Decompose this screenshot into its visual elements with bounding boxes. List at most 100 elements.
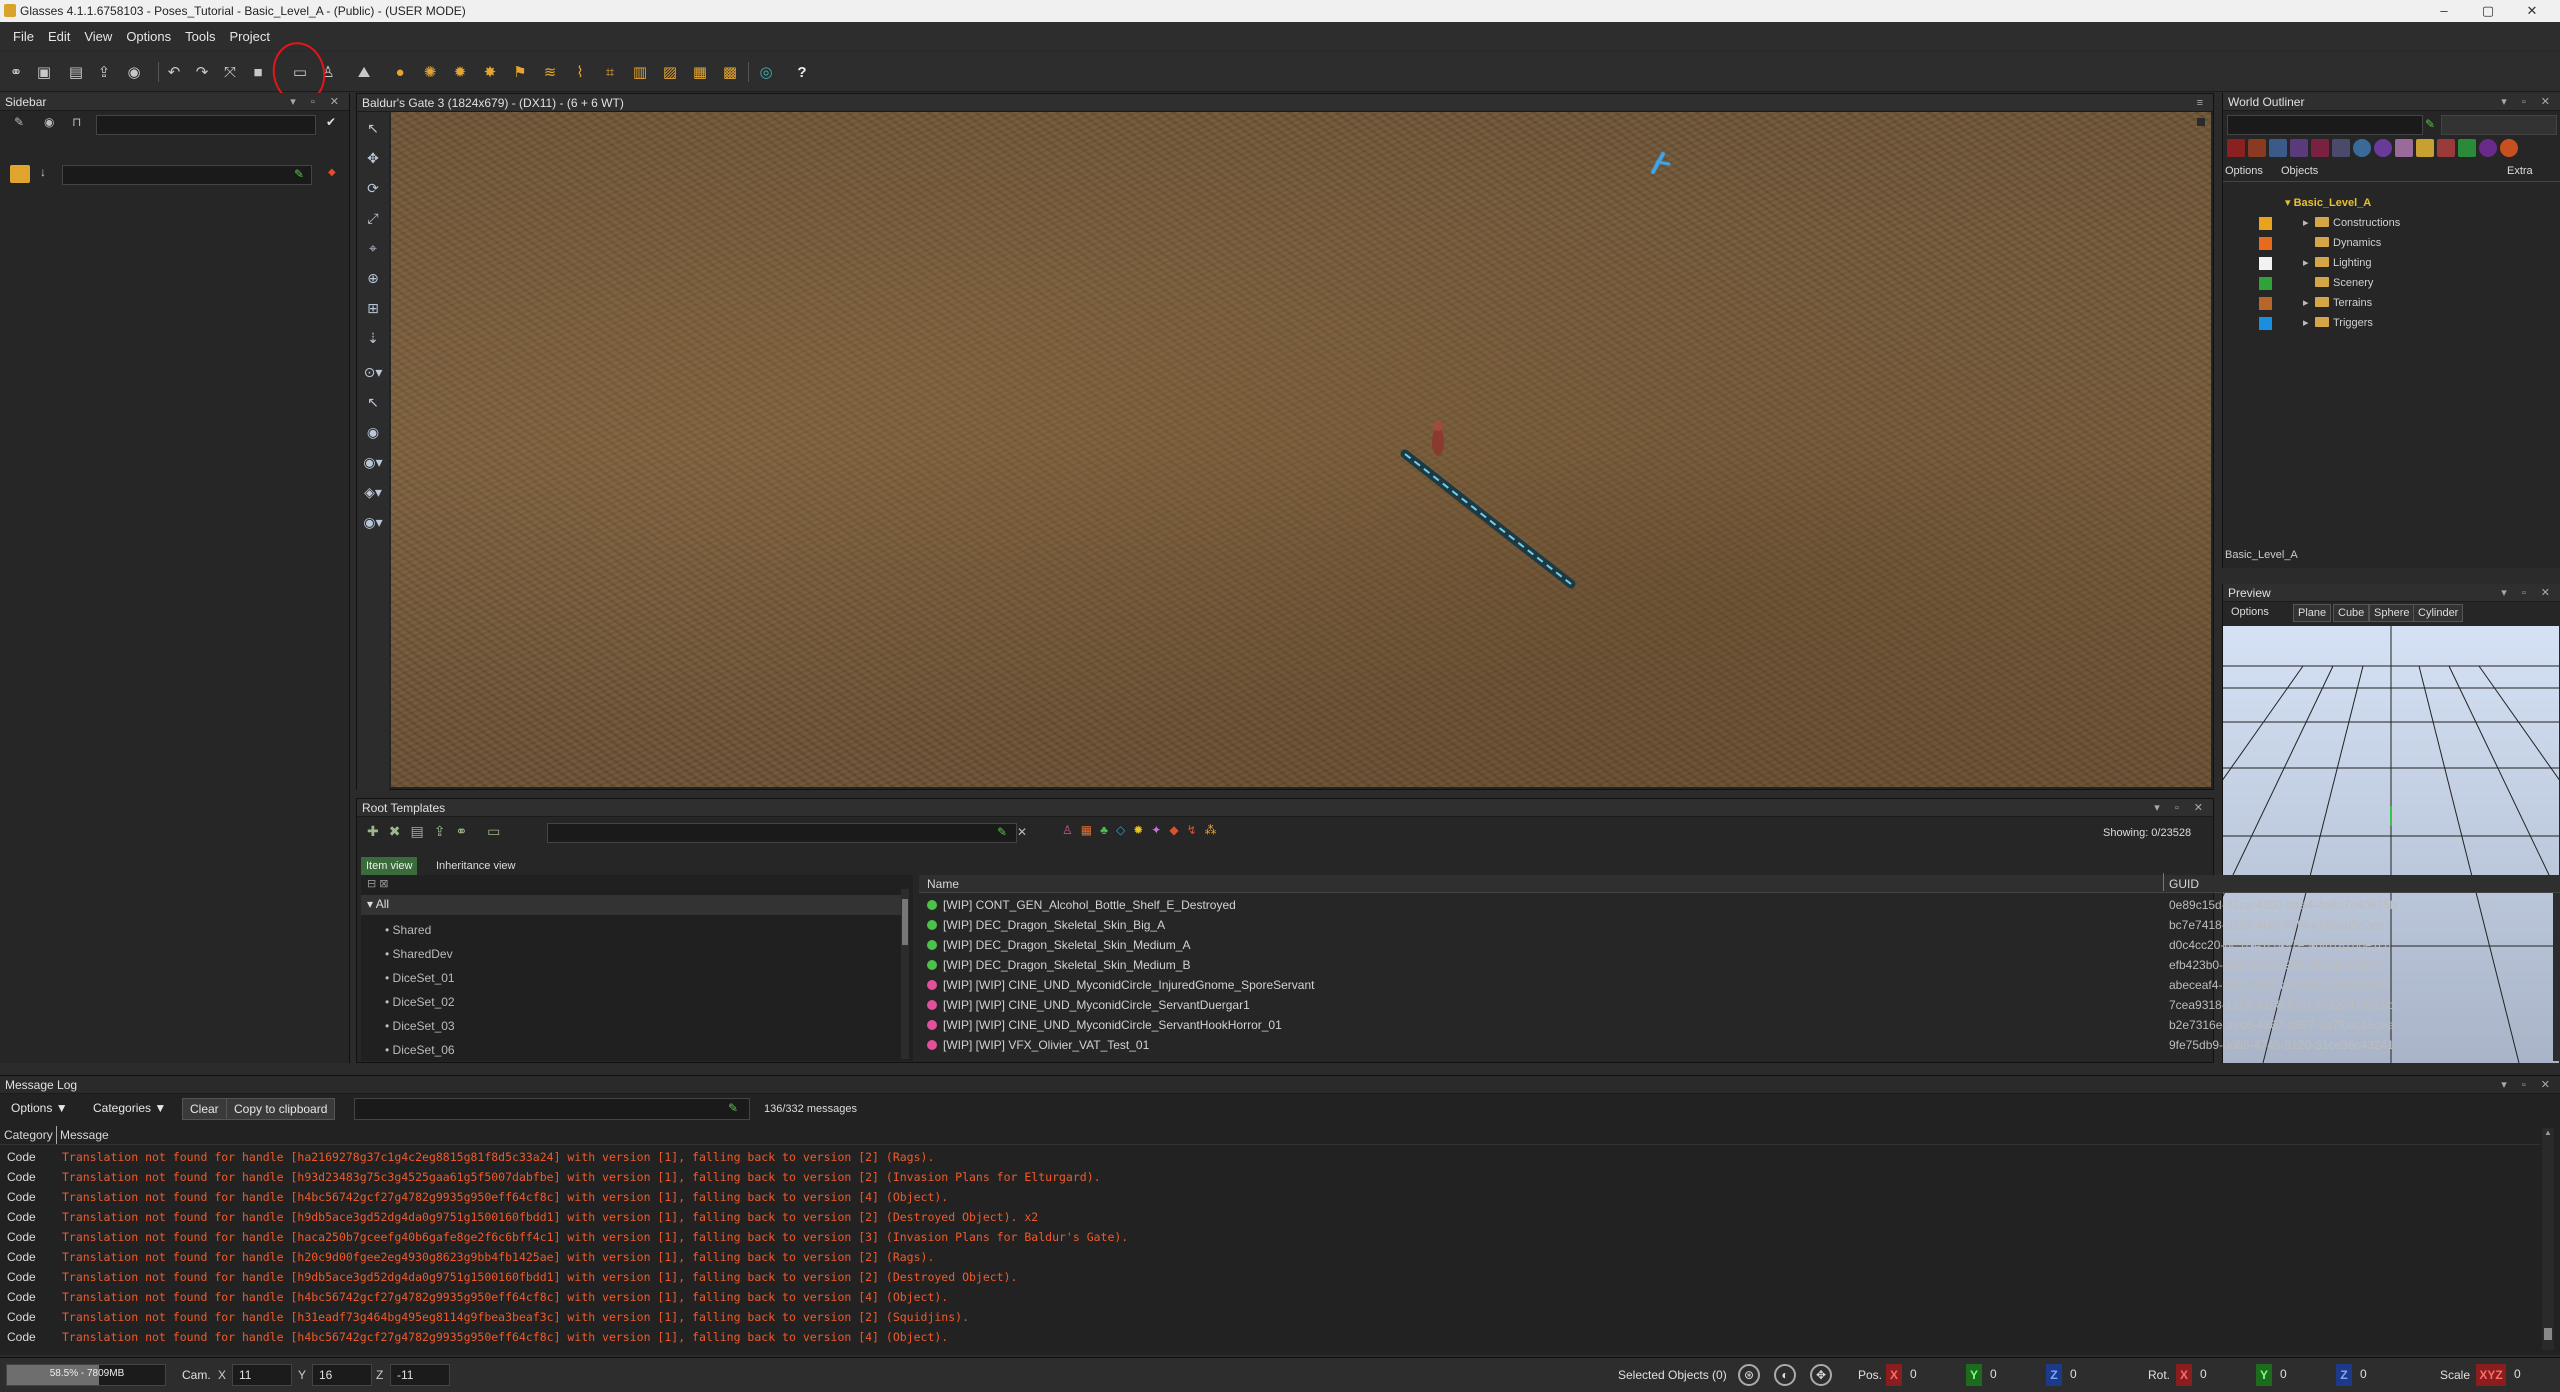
globe-icon[interactable]: ◎	[754, 60, 778, 84]
maximize-button[interactable]: ▢	[2468, 0, 2508, 22]
rt-search-pencil-icon[interactable]: ✎	[997, 825, 1007, 839]
rt-clear-search-icon[interactable]: ✕	[1017, 825, 1027, 839]
menu-edit[interactable]: Edit	[41, 29, 77, 44]
col-name-header[interactable]: Name	[927, 877, 959, 891]
terrain-icon[interactable]: ⛰	[352, 60, 376, 84]
save-icon[interactable]: ▤	[64, 60, 88, 84]
sort-icon[interactable]: ↓	[40, 165, 46, 179]
layers-icon[interactable]: ≋	[538, 60, 562, 84]
col-guid-header[interactable]: GUID	[2169, 877, 2199, 891]
layer-color-swatch[interactable]	[2259, 217, 2272, 230]
tree-scrollbar[interactable]	[901, 889, 909, 1059]
add-template-icon[interactable]: ✚	[367, 823, 379, 840]
log-row[interactable]: Code Translation not found for handle [h9…	[0, 1167, 2540, 1187]
export-template-icon[interactable]: ⇪	[434, 823, 446, 840]
transform-icon[interactable]: ⤧	[218, 60, 242, 84]
filter-violet-icon[interactable]	[2374, 139, 2392, 157]
lock-icon[interactable]: ⊓	[72, 115, 81, 129]
layer-color-swatch[interactable]	[2259, 257, 2272, 270]
outliner-item[interactable]: ▸ Triggers	[2303, 313, 2373, 333]
expand-arrow-icon[interactable]: ▸	[2303, 253, 2315, 273]
eye-dropdown-icon[interactable]: ◉▾	[363, 452, 383, 472]
pos-y-field[interactable]: 0	[1984, 1364, 2044, 1386]
find-template-icon[interactable]: ⚭	[455, 823, 467, 840]
snap-tool-icon[interactable]: ⌖	[363, 238, 383, 258]
template-row[interactable]: [WIP] [WIP] CINE_UND_MyconidCircle_Serva…	[919, 995, 2559, 1015]
log-filter-pencil-icon[interactable]: ✎	[728, 1101, 738, 1115]
outliner-item[interactable]: ▸ Lighting	[2303, 253, 2372, 273]
preview-plane-button[interactable]: Plane	[2293, 604, 2332, 622]
col-category-header[interactable]: Category	[4, 1128, 53, 1142]
log-row[interactable]: Code Translation not found for handle [h4…	[0, 1327, 2540, 1347]
template-row[interactable]: [WIP] CONT_GEN_Alcohol_Bottle_Shelf_E_De…	[919, 895, 2559, 915]
rot-y-field[interactable]: 0	[2274, 1364, 2334, 1386]
panel-controls-icon[interactable]: ▾ ▫ ✕	[2501, 584, 2556, 602]
log-row[interactable]: Code Translation not found for handle [ha…	[0, 1147, 2540, 1167]
outliner-tools-icon[interactable]	[2441, 115, 2557, 135]
camera-icon[interactable]: ▣	[32, 60, 56, 84]
filter-target-icon[interactable]	[2500, 139, 2518, 157]
log-scrollbar[interactable]: ▲	[2542, 1128, 2554, 1350]
template-row[interactable]: [WIP] DEC_Dragon_Skeletal_Skin_Big_A bc7e…	[919, 915, 2559, 935]
chart-icon[interactable]: ▥	[628, 60, 652, 84]
template-row[interactable]: [WIP] DEC_Dragon_Skeletal_Skin_Medium_B e…	[919, 955, 2559, 975]
item-filter-icon[interactable]: ▦	[1081, 823, 1092, 837]
column-divider[interactable]	[56, 1126, 57, 1144]
log-copy-button[interactable]: Copy to clipboard	[226, 1098, 336, 1120]
expand-arrow-icon[interactable]: ▾	[2285, 197, 2294, 209]
preview-sphere-button[interactable]: Sphere	[2369, 604, 2415, 622]
panel-controls-icon[interactable]: ▾ ▫ ✕	[2154, 799, 2209, 817]
cam-z-field[interactable]: -11	[390, 1364, 450, 1386]
pivot-tool-icon[interactable]: ⊕	[363, 268, 383, 288]
filter-sphere-icon[interactable]	[2353, 139, 2371, 157]
sidebar-filter-input[interactable]	[62, 165, 312, 185]
cam-x-field[interactable]: 11	[232, 1364, 292, 1386]
tree-item[interactable]: • SharedDev	[385, 947, 453, 961]
panel-controls-icon[interactable]: ▾ ▫ ✕	[290, 93, 345, 111]
template-row[interactable]: [WIP] [WIP] CINE_UND_MyconidCircle_Injur…	[919, 975, 2559, 995]
menu-options[interactable]: Options	[119, 29, 178, 44]
prefab-filter-icon[interactable]: ⁂	[1205, 823, 1217, 837]
rot-x-field[interactable]: 0	[2194, 1364, 2254, 1386]
remove-template-icon[interactable]: ✖	[389, 823, 401, 840]
tab-item-view[interactable]: Item view	[361, 857, 418, 875]
camera-speed-icon[interactable]: ⇣	[363, 328, 383, 348]
undo-icon[interactable]: ↶	[162, 60, 186, 84]
panel-controls-icon[interactable]: ▾ ▫ ✕	[2501, 93, 2556, 111]
spot-light-icon[interactable]: ✸	[478, 60, 502, 84]
tree-item-all[interactable]: ▾ All	[367, 897, 389, 911]
trigger-filter-icon[interactable]: ◇	[1116, 823, 1125, 837]
save-template-icon[interactable]: ▤	[410, 823, 423, 840]
outliner-tab-objects[interactable]: Objects	[2281, 165, 2318, 177]
outliner-item[interactable]: ▸ Constructions	[2303, 213, 2400, 233]
outliner-tab-extra[interactable]: Extra	[2507, 165, 2533, 177]
viewport-menu-icon[interactable]: ≡	[2197, 94, 2209, 112]
outliner-item[interactable]: Dynamics	[2303, 233, 2381, 253]
world-space-icon[interactable]: ⊛	[1738, 1364, 1760, 1386]
sun-icon[interactable]: ✺	[418, 60, 442, 84]
image-icon[interactable]: ▨	[658, 60, 682, 84]
gizmo-dropdown-icon[interactable]: ⊙▾	[363, 362, 383, 382]
layer-color-swatch[interactable]	[2259, 317, 2272, 330]
log-scroll-thumb[interactable]	[2544, 1328, 2552, 1340]
menu-tools[interactable]: Tools	[178, 29, 222, 44]
filter-gray-icon[interactable]	[2332, 139, 2350, 157]
select-tool-icon[interactable]: ↖	[363, 118, 383, 138]
tree-item[interactable]: • DiceSet_03	[385, 1019, 455, 1033]
template-row[interactable]: [WIP] [WIP] CINE_UND_MyconidCircle_Serva…	[919, 1015, 2559, 1035]
scroll-up-icon[interactable]: ▲	[2544, 1128, 2552, 1138]
light-icon[interactable]: ✹	[448, 60, 472, 84]
scenery-filter-icon[interactable]: ♣	[1100, 823, 1108, 837]
brush-icon[interactable]: ⌇	[568, 60, 592, 84]
grid-tool-icon[interactable]: ⊞	[363, 298, 383, 318]
close-window-button[interactable]: ✕	[2512, 0, 2552, 22]
filter-pencil-icon[interactable]: ✎	[294, 167, 304, 181]
filter-pink-icon[interactable]	[2395, 139, 2413, 157]
help-button[interactable]: ?	[790, 60, 814, 84]
filter-trigger-icon[interactable]	[2437, 139, 2455, 157]
log-row[interactable]: Code Translation not found for handle [h9…	[0, 1267, 2540, 1287]
filter-magenta-icon[interactable]	[2311, 139, 2329, 157]
pos-x-field[interactable]: 0	[1904, 1364, 1964, 1386]
light-filter-icon[interactable]: ✹	[1133, 823, 1143, 837]
outliner-item[interactable]: ▸ Terrains	[2303, 293, 2372, 313]
